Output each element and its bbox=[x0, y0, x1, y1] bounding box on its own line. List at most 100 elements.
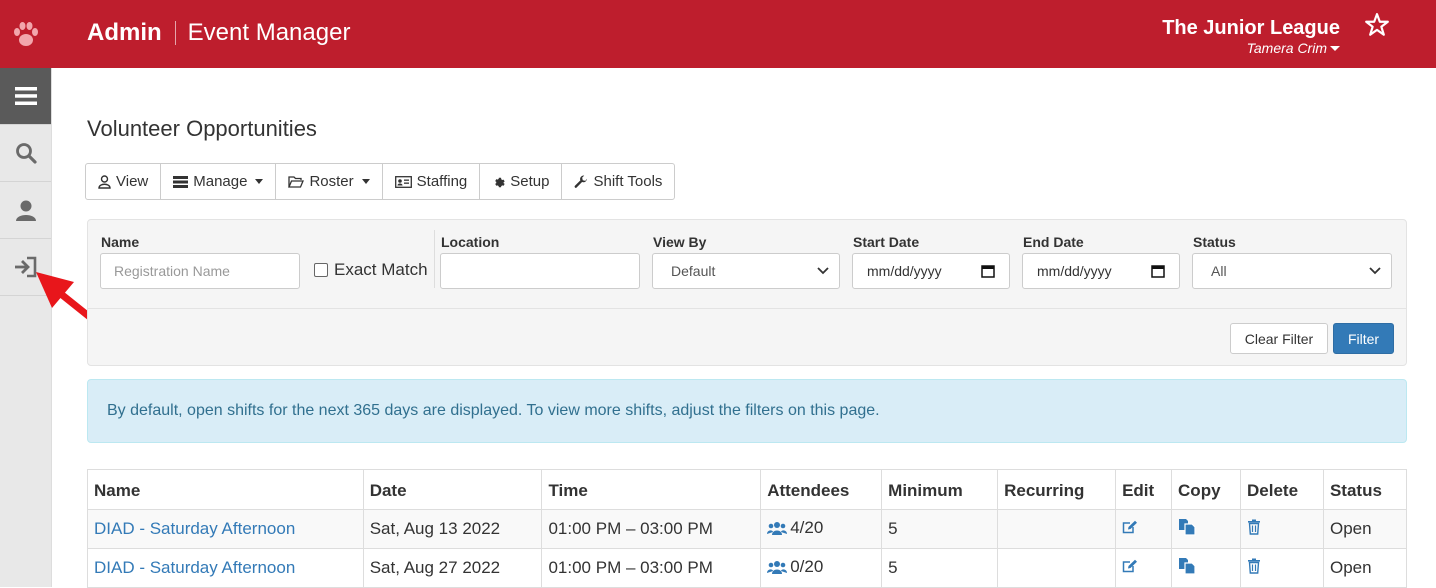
setup-label: Setup bbox=[510, 173, 550, 190]
info-alert: By default, open shifts for the next 365… bbox=[87, 379, 1407, 443]
column-header[interactable]: Status bbox=[1322, 469, 1408, 510]
folder-open-icon bbox=[288, 175, 305, 188]
start-date-label: Start Date bbox=[853, 234, 920, 250]
calendar-icon[interactable] bbox=[981, 264, 995, 278]
checkbox-icon[interactable] bbox=[314, 263, 328, 277]
user-outline-icon bbox=[98, 174, 111, 189]
chevron-down-icon bbox=[817, 267, 829, 275]
location-input[interactable] bbox=[440, 253, 640, 289]
table-header-row: Name Date Time Attendees Minimum Recurri… bbox=[87, 469, 1408, 510]
location-label: Location bbox=[441, 234, 500, 250]
view-by-label: View By bbox=[653, 234, 707, 250]
edit-icon[interactable] bbox=[1122, 558, 1138, 577]
event-time: 01:00 PM – 03:00 PM bbox=[541, 548, 762, 588]
org-name: The Junior League bbox=[1162, 17, 1340, 39]
status-label: Status bbox=[1193, 234, 1236, 250]
top-bar: Admin Event Manager The Junior League Ta… bbox=[0, 0, 1436, 68]
star-icon[interactable] bbox=[1364, 12, 1390, 43]
brand[interactable]: Admin Event Manager bbox=[87, 19, 350, 47]
setup-button[interactable]: Setup bbox=[479, 163, 563, 200]
toolbar: View Manage Roster Staffing Setup Shift … bbox=[85, 163, 676, 200]
event-date: Sat, Aug 27 2022 bbox=[362, 548, 543, 588]
id-card-icon bbox=[394, 175, 412, 188]
name-placeholder: Registration Name bbox=[114, 263, 230, 279]
calendar-icon[interactable] bbox=[1151, 264, 1165, 278]
divider bbox=[88, 308, 1406, 309]
column-header[interactable]: Time bbox=[541, 469, 762, 510]
shift-tools-button[interactable]: Shift Tools bbox=[561, 163, 676, 200]
chevron-down-icon bbox=[255, 179, 264, 184]
attendees-count: 0/20 bbox=[790, 557, 824, 576]
chevron-down-icon bbox=[1369, 267, 1381, 275]
column-header[interactable]: Date bbox=[362, 469, 543, 510]
attendees-link[interactable]: 4/20 bbox=[767, 518, 823, 538]
copy-icon[interactable] bbox=[1178, 518, 1196, 540]
name-input[interactable]: Registration Name bbox=[100, 253, 300, 289]
start-date-input[interactable]: mm/dd/yyyy bbox=[852, 253, 1010, 289]
clear-filter-button[interactable]: Clear Filter bbox=[1230, 323, 1328, 354]
roster-label: Roster bbox=[309, 173, 354, 190]
edit-icon[interactable] bbox=[1122, 519, 1138, 538]
wrench-icon bbox=[575, 175, 588, 188]
roster-button[interactable]: Roster bbox=[275, 163, 383, 200]
start-date-value: mm/dd/yyyy bbox=[867, 263, 942, 279]
name-label: Name bbox=[101, 234, 140, 250]
recurring-value bbox=[997, 509, 1117, 549]
brand-app: Event Manager bbox=[187, 19, 351, 46]
users-icon bbox=[767, 561, 788, 574]
trash-icon[interactable] bbox=[1247, 519, 1261, 539]
view-by-select[interactable]: Default bbox=[652, 253, 840, 289]
paw-logo-icon[interactable] bbox=[0, 0, 52, 68]
info-alert-text: By default, open shifts for the next 365… bbox=[107, 402, 880, 419]
copy-icon[interactable] bbox=[1178, 557, 1196, 579]
user-name: Tamera Crim bbox=[1246, 40, 1327, 56]
column-header[interactable]: Name bbox=[87, 469, 364, 510]
opportunities-table: Name Date Time Attendees Minimum Recurri… bbox=[87, 469, 1408, 588]
table-row: DIAD - Saturday Afternoon Sat, Aug 13 20… bbox=[87, 509, 1408, 549]
staffing-button[interactable]: Staffing bbox=[381, 163, 481, 200]
event-name-link[interactable]: DIAD - Saturday Afternoon bbox=[94, 558, 295, 577]
column-header: Edit bbox=[1115, 469, 1173, 510]
filter-button[interactable]: Filter bbox=[1333, 323, 1394, 354]
attendees-count: 4/20 bbox=[790, 518, 824, 537]
filter-panel: Name Registration Name Exact Match Locat… bbox=[87, 219, 1407, 366]
status-cell: Open bbox=[1322, 509, 1408, 549]
table-row: DIAD - Saturday Afternoon Sat, Aug 27 20… bbox=[87, 548, 1408, 588]
view-label: View bbox=[116, 173, 149, 190]
recurring-value bbox=[997, 548, 1117, 588]
org-user-menu[interactable]: The Junior League Tamera Crim bbox=[1162, 17, 1340, 58]
chevron-down-icon bbox=[1330, 46, 1340, 52]
status-select[interactable]: All bbox=[1192, 253, 1392, 289]
exact-match-checkbox[interactable]: Exact Match bbox=[314, 260, 428, 280]
column-header[interactable]: Recurring bbox=[997, 469, 1117, 510]
manage-button[interactable]: Manage bbox=[160, 163, 277, 200]
brand-admin: Admin bbox=[87, 19, 162, 46]
divider bbox=[434, 230, 435, 288]
user-icon[interactable] bbox=[0, 182, 51, 239]
search-icon[interactable] bbox=[0, 125, 51, 182]
end-date-label: End Date bbox=[1023, 234, 1084, 250]
minimum-value: 5 bbox=[881, 548, 999, 588]
view-by-value: Default bbox=[671, 263, 716, 279]
exact-match-label: Exact Match bbox=[334, 260, 428, 279]
column-header[interactable]: Minimum bbox=[881, 469, 999, 510]
view-button[interactable]: View bbox=[85, 163, 162, 200]
chevron-down-icon bbox=[361, 179, 370, 184]
minimum-value: 5 bbox=[881, 509, 999, 549]
manage-label: Manage bbox=[193, 173, 248, 190]
end-date-input[interactable]: mm/dd/yyyy bbox=[1022, 253, 1180, 289]
event-time: 01:00 PM – 03:00 PM bbox=[541, 509, 762, 549]
end-date-value: mm/dd/yyyy bbox=[1037, 263, 1112, 279]
status-cell: Open bbox=[1322, 548, 1408, 588]
trash-icon[interactable] bbox=[1247, 558, 1261, 578]
attendees-link[interactable]: 0/20 bbox=[767, 557, 823, 577]
menu-icon[interactable] bbox=[0, 68, 51, 125]
gear-icon bbox=[495, 177, 505, 188]
users-icon bbox=[767, 522, 788, 535]
event-date: Sat, Aug 13 2022 bbox=[362, 509, 543, 549]
list-icon bbox=[173, 175, 189, 188]
status-value: All bbox=[1211, 263, 1227, 279]
column-header: Delete bbox=[1240, 469, 1324, 510]
event-name-link[interactable]: DIAD - Saturday Afternoon bbox=[94, 519, 295, 538]
column-header[interactable]: Attendees bbox=[760, 469, 883, 510]
